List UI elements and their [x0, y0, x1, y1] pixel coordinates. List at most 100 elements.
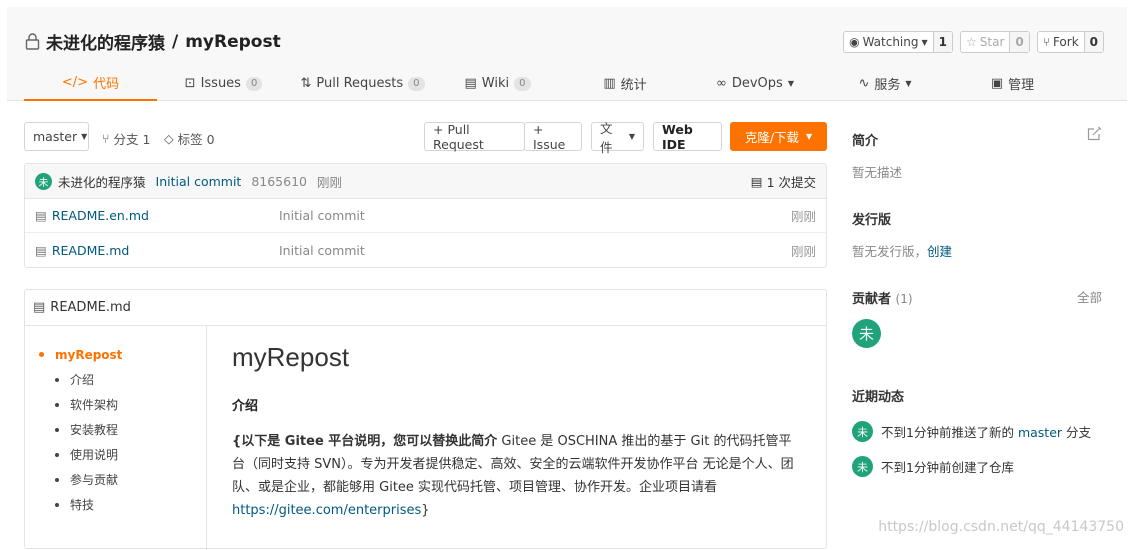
caret-down-icon: ▼ [788, 79, 794, 88]
commit-count-link[interactable]: 1 次提交 [767, 172, 816, 191]
commit-time: 刚刚 [317, 172, 342, 191]
contributors-count: (1) [896, 292, 913, 306]
activity-prefix: 不到1分钟前推送了新的 [881, 425, 1018, 440]
tab-issues[interactable]: ⊡ Issues 0 [157, 66, 290, 101]
tag-icon: ◇ [164, 131, 174, 146]
activity-item: 未 不到1分钟前创建了仓库 [852, 456, 1014, 477]
caret-down-icon: ▼ [806, 132, 812, 141]
star-label: Star [980, 35, 1005, 49]
fork-button[interactable]: ⑂ Fork [1038, 32, 1084, 52]
file-link[interactable]: ▤ README.en.md [35, 208, 279, 223]
bar-chart-icon: ▥ [603, 76, 615, 91]
activity-text: 不到1分钟前推送了新的 master 分支 [881, 422, 1091, 441]
file-row[interactable]: ▤ README.en.md Initial commit 刚刚 [25, 199, 826, 233]
tab-stats[interactable]: ▥ 统计 [560, 66, 690, 101]
contributors-heading: 贡献者 (1) [852, 288, 913, 307]
tab-devops[interactable]: ∞ DevOps ▼ [690, 66, 820, 101]
edit-icon[interactable] [1087, 126, 1102, 141]
tab-pull-requests-label: Pull Requests [316, 76, 403, 91]
file-icon: ▤ [33, 300, 45, 315]
fork-count[interactable]: 0 [1084, 32, 1103, 52]
file-menu-label: 文件 [600, 118, 625, 156]
commit-author-link[interactable]: 未进化的程序猿 [58, 172, 146, 191]
branches-link[interactable]: ⑂ 分支 1 [102, 129, 150, 148]
repo-name-link[interactable]: myRepost [185, 32, 281, 52]
star-icon: ☆ [966, 35, 977, 49]
eye-icon: ◉ [849, 35, 859, 49]
avatar[interactable]: 未 [852, 456, 873, 477]
enterprise-link[interactable]: https://gitee.com/enterprises [232, 503, 421, 518]
tab-manage-label: 管理 [1008, 74, 1034, 93]
toc-item[interactable]: myRepost [39, 342, 206, 367]
readme-content: myRepost 介绍 {以下是 Gitee 平台说明，您可以替换此简介 Git… [232, 342, 802, 522]
activity-branch-link[interactable]: master [1018, 425, 1062, 440]
toc-item[interactable]: 特技 [39, 492, 206, 517]
file-name[interactable]: README.en.md [52, 208, 149, 223]
bullet-icon [55, 403, 59, 407]
tab-manage[interactable]: ▣ 管理 [950, 66, 1075, 101]
toc-item[interactable]: 安装教程 [39, 417, 206, 442]
fork-label: Fork [1053, 35, 1079, 49]
file-commit-message[interactable]: Initial commit [279, 243, 791, 258]
file-name[interactable]: README.md [52, 243, 130, 258]
commit-hash[interactable]: 8165610 [251, 174, 307, 189]
infinity-icon: ∞ [716, 76, 727, 91]
file-link[interactable]: ▤ README.md [35, 243, 279, 258]
branches-label: 分支 1 [114, 129, 151, 148]
file-icon: ▤ [35, 243, 47, 258]
toc-item[interactable]: 介绍 [39, 367, 206, 392]
branch-select[interactable]: master ▼ [24, 122, 89, 151]
file-list: 未 未进化的程序猿 Initial commit 8165610 刚刚 ▤ 1 … [24, 163, 827, 268]
tab-services-label: 服务 [874, 74, 900, 93]
avatar[interactable]: 未 [35, 173, 52, 190]
file-row[interactable]: ▤ README.md Initial commit 刚刚 [25, 233, 826, 267]
tab-services[interactable]: ∿ 服务 ▼ [820, 66, 950, 101]
new-issue-button[interactable]: + Issue [524, 122, 582, 151]
watch-button[interactable]: ◉ Watching ▼ [844, 32, 933, 52]
toc-item-label: 安装教程 [70, 421, 118, 438]
web-ide-button[interactable]: Web IDE [653, 122, 722, 151]
code-toolbar: master ▼ ⑂ 分支 1 ◇ 标签 0 + Pull Request + … [24, 122, 827, 152]
caret-down-icon: ▼ [81, 132, 87, 141]
file-icon: ▤ [35, 208, 47, 223]
watch-count[interactable]: 1 [933, 32, 952, 52]
toc-item[interactable]: 软件架构 [39, 392, 206, 417]
avatar[interactable]: 未 [852, 319, 881, 348]
tab-code[interactable]: </> 代码 [24, 66, 157, 101]
activity-heading: 近期动态 [852, 386, 904, 405]
toc-item[interactable]: 使用说明 [39, 442, 206, 467]
activity-text: 不到1分钟前创建了仓库 [881, 457, 1014, 476]
commits-icon: ▤ [751, 174, 763, 189]
tags-link[interactable]: ◇ 标签 0 [164, 129, 215, 148]
toc-item-label: 特技 [70, 496, 94, 513]
toc-item-label: 软件架构 [70, 396, 118, 413]
last-commit-row: 未 未进化的程序猿 Initial commit 8165610 刚刚 ▤ 1 … [25, 164, 826, 199]
file-commit-message[interactable]: Initial commit [279, 208, 791, 223]
star-counter[interactable]: ☆ Star 0 [960, 31, 1030, 53]
readme-closing-brace: } [421, 503, 429, 518]
repo-separator: / [172, 32, 178, 52]
file-menu-button[interactable]: 文件 ▼ [591, 122, 644, 151]
commit-message-link[interactable]: Initial commit [156, 174, 242, 189]
toc-item[interactable]: 参与贡献 [39, 467, 206, 492]
new-pull-request-button[interactable]: + Pull Request [424, 122, 525, 151]
avatar[interactable]: 未 [852, 421, 873, 442]
star-count[interactable]: 0 [1009, 32, 1028, 52]
lock-icon [25, 33, 40, 50]
caret-down-icon: ▼ [629, 132, 635, 141]
watch-counter[interactable]: ◉ Watching ▼ 1 [843, 31, 953, 53]
tab-wiki[interactable]: ▤ Wiki 0 [435, 66, 560, 101]
bullet-icon [55, 503, 59, 507]
tags-label: 标签 0 [178, 129, 215, 148]
bullet-icon [55, 478, 59, 482]
tab-pull-requests[interactable]: ⇅ Pull Requests 0 [290, 66, 435, 101]
toc-item-label: 使用说明 [70, 446, 118, 463]
clone-download-label: 克隆/下载 [745, 127, 799, 146]
all-contributors-link[interactable]: 全部 [1077, 287, 1102, 306]
clone-download-button[interactable]: 克隆/下载 ▼ [730, 122, 827, 151]
star-button[interactable]: ☆ Star [961, 32, 1009, 52]
readme-header: ▤ README.md [25, 290, 826, 326]
repo-owner-link[interactable]: 未进化的程序猿 [46, 29, 165, 54]
create-release-link[interactable]: 创建 [927, 244, 952, 259]
fork-counter[interactable]: ⑂ Fork 0 [1037, 31, 1104, 53]
